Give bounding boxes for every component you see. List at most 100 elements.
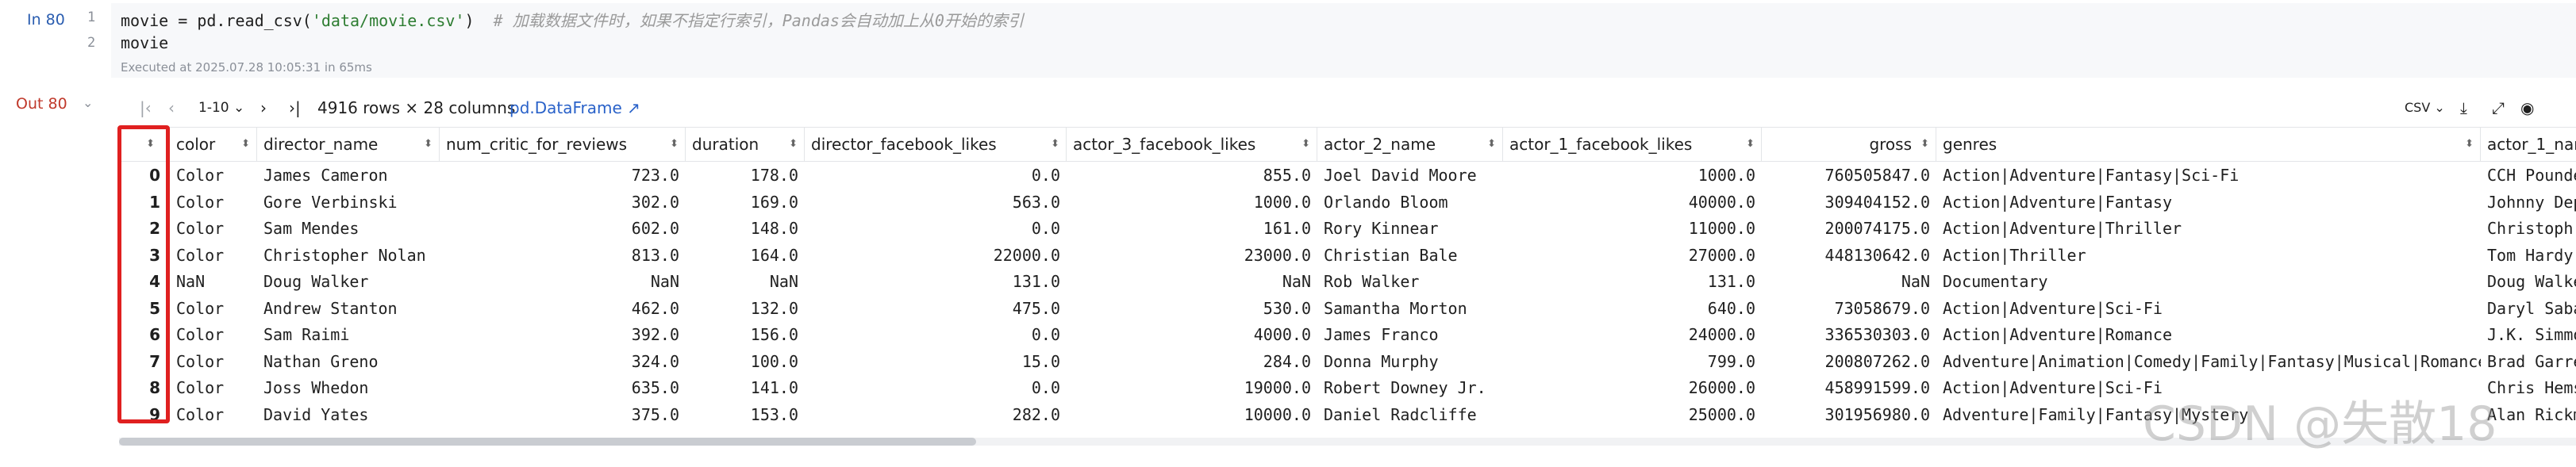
download-icon[interactable]: ⤓	[2460, 98, 2467, 117]
index-column-highlight-box	[117, 125, 170, 423]
cell-actor1-facebook-likes: 24000.0	[1688, 325, 1755, 344]
table-row[interactable]: 3 Color Christopher Nolan 813.0 164.0 22000.0…	[119, 243, 2576, 269]
cell-num-critic: 392.0	[631, 325, 679, 344]
sort-icon[interactable]: ⬍	[1920, 128, 1929, 161]
cell-num-critic: 723.0	[631, 166, 679, 185]
horizontal-scrollbar-thumb[interactable]	[119, 438, 976, 446]
cell-actor3-facebook-likes: 530.0	[1263, 298, 1311, 318]
cell-duration: NaN	[769, 272, 798, 291]
column-header-actor1-facebook-likes[interactable]: actor_1_facebook_likes ⬍	[1503, 128, 1762, 161]
cell-actor2-name: Rory Kinnear	[1324, 219, 1439, 238]
cell-num-critic: 462.0	[631, 298, 679, 318]
column-header-gross[interactable]: gross ⬍	[1762, 128, 1936, 161]
cell-color: Color	[176, 325, 225, 344]
cell-actor3-facebook-likes: 855.0	[1263, 166, 1311, 185]
cell-genres: Action|Adventure|Sci-Fi	[1943, 298, 2163, 318]
cell-genres: Action|Adventure|Fantasy|Sci-Fi	[1943, 166, 2240, 185]
cell-color: Color	[176, 378, 225, 397]
table-row[interactable]: 7 Color Nathan Greno 324.0 100.0 15.0 284.0 Don…	[119, 349, 2576, 375]
first-page-button[interactable]: |‹	[140, 98, 152, 117]
column-header-color[interactable]: color ⬍	[170, 128, 257, 161]
table-row[interactable]: 0 Color James Cameron 723.0 178.0 0.0 855.0 Joe…	[119, 163, 2576, 189]
table-row[interactable]: 2 Color Sam Mendes 602.0 148.0 0.0 161.0 Rory K…	[119, 216, 2576, 242]
column-header-actor3-facebook-likes[interactable]: actor_3_facebook_likes ⬍	[1067, 128, 1317, 161]
cell-gross: 200807262.0	[1824, 351, 1930, 371]
cell-director-facebook-likes: 0.0	[1031, 325, 1060, 344]
cell-duration: 169.0	[750, 192, 798, 212]
cell-actor3-facebook-likes: NaN	[1282, 272, 1311, 291]
sort-icon[interactable]: ⬍	[1301, 128, 1310, 161]
export-format-select[interactable]: CSV ⌄	[2405, 100, 2445, 115]
cell-actor3-facebook-likes: 284.0	[1263, 351, 1311, 371]
cell-num-critic: 375.0	[631, 404, 679, 424]
table-row[interactable]: 1 Color Gore Verbinski 302.0 169.0 563.0 1000.…	[119, 189, 2576, 216]
code-line-2[interactable]: movie	[121, 33, 168, 52]
cell-director-name: Andrew Stanton	[263, 298, 398, 318]
cell-duration: 100.0	[750, 351, 798, 371]
cell-actor2-name: Daniel Radcliffe	[1324, 404, 1477, 424]
collapse-output-chevron-icon[interactable]: ⌄	[83, 95, 93, 110]
cell-actor2-name: James Franco	[1324, 325, 1439, 344]
cell-director-facebook-likes: 0.0	[1031, 219, 1060, 238]
cell-director-facebook-likes: 15.0	[1021, 351, 1060, 371]
cell-actor1-facebook-likes: 26000.0	[1688, 378, 1755, 397]
cell-actor1-name: J.K. Simmons	[2487, 325, 2576, 344]
cell-actor3-facebook-likes: 10000.0	[1244, 404, 1311, 424]
sort-icon[interactable]: ⬍	[241, 128, 250, 161]
table-row[interactable]: 4 NaN Doug Walker NaN NaN 131.0 NaN Rob Walker 1…	[119, 269, 2576, 295]
cell-actor2-name: Joel David Moore	[1324, 166, 1477, 185]
sort-icon[interactable]: ⬍	[789, 128, 798, 161]
column-header-director-name[interactable]: director_name ⬍	[257, 128, 440, 161]
cell-gross: 458991599.0	[1824, 378, 1930, 397]
cell-gross: 309404152.0	[1824, 192, 1930, 212]
cell-actor2-name: Rob Walker	[1324, 272, 1420, 291]
cell-genres: Documentary	[1943, 272, 2048, 291]
table-row[interactable]: 6 Color Sam Raimi 392.0 156.0 0.0 4000.0 James …	[119, 322, 2576, 348]
watermark: CSDN @失散18	[2143, 396, 2497, 452]
cell-actor1-name: Christoph Waltz	[2487, 219, 2576, 238]
table-row[interactable]: 5 Color Andrew Stanton 462.0 132.0 475.0 530.0…	[119, 296, 2576, 322]
cell-actor2-name: Samantha Morton	[1324, 298, 1467, 318]
page-range-select[interactable]: 1-10 ⌄	[198, 100, 244, 116]
column-header-duration[interactable]: duration ⬍	[686, 128, 805, 161]
cell-director-name: James Cameron	[263, 166, 388, 185]
expand-icon[interactable]: ⤢	[2492, 98, 2505, 117]
line-number: 2	[87, 35, 96, 51]
sort-icon[interactable]: ⬍	[1487, 128, 1496, 161]
cell-actor1-name: CCH Pounder	[2487, 166, 2576, 185]
cell-actor1-name: Brad Garrett	[2487, 351, 2576, 371]
cell-duration: 141.0	[750, 378, 798, 397]
sort-icon[interactable]: ⬍	[1746, 128, 1755, 161]
sort-icon[interactable]: ⬍	[2465, 128, 2474, 161]
column-header-director-facebook-likes[interactable]: director_facebook_likes ⬍	[805, 128, 1067, 161]
column-header-num-critic[interactable]: num_critic_for_reviews ⬍	[440, 128, 686, 161]
cell-duration: 164.0	[750, 245, 798, 265]
dataframe-toolbar: |‹ ‹ 1-10 ⌄ › ›| 4916 rows × 28 columns …	[119, 89, 2563, 128]
column-header-actor1-name[interactable]: actor_1_name	[2481, 128, 2576, 161]
column-header-genres[interactable]: genres ⬍	[1936, 128, 2481, 161]
next-page-button[interactable]: ›	[260, 98, 267, 117]
column-header-actor2-name[interactable]: actor_2_name ⬍	[1317, 128, 1503, 161]
sort-icon[interactable]: ⬍	[1051, 128, 1059, 161]
cell-duration: 153.0	[750, 404, 798, 424]
cell-gross: 200074175.0	[1824, 219, 1930, 238]
cell-actor3-facebook-likes: 19000.0	[1244, 378, 1311, 397]
code-line-1[interactable]: movie = pd.read_csv('data/movie.csv') # …	[121, 8, 1024, 31]
sort-icon[interactable]: ⬍	[424, 128, 433, 161]
cell-genres: Action|Adventure|Thriller	[1943, 219, 2182, 238]
eye-icon[interactable]: ◉	[2520, 98, 2534, 117]
cell-director-facebook-likes: 22000.0	[993, 245, 1060, 265]
dataframe-shape: 4916 rows × 28 columns	[317, 98, 516, 117]
dataframe-type-link[interactable]: pd.DataFrame ↗	[509, 98, 640, 117]
cell-director-name: Doug Walker	[263, 272, 369, 291]
sort-icon[interactable]: ⬍	[670, 128, 679, 161]
cell-gross: 760505847.0	[1824, 166, 1930, 185]
cell-genres: Adventure|Animation|Comedy|Family|Fantas…	[1943, 351, 2481, 371]
prev-page-button[interactable]: ‹	[168, 98, 175, 117]
cell-actor1-facebook-likes: 1000.0	[1697, 166, 1755, 185]
cell-num-critic: 635.0	[631, 378, 679, 397]
last-page-button[interactable]: ›|	[289, 98, 301, 117]
cell-actor2-name: Orlando Bloom	[1324, 192, 1448, 212]
cell-color: Color	[176, 245, 225, 265]
cell-color: Color	[176, 404, 225, 424]
